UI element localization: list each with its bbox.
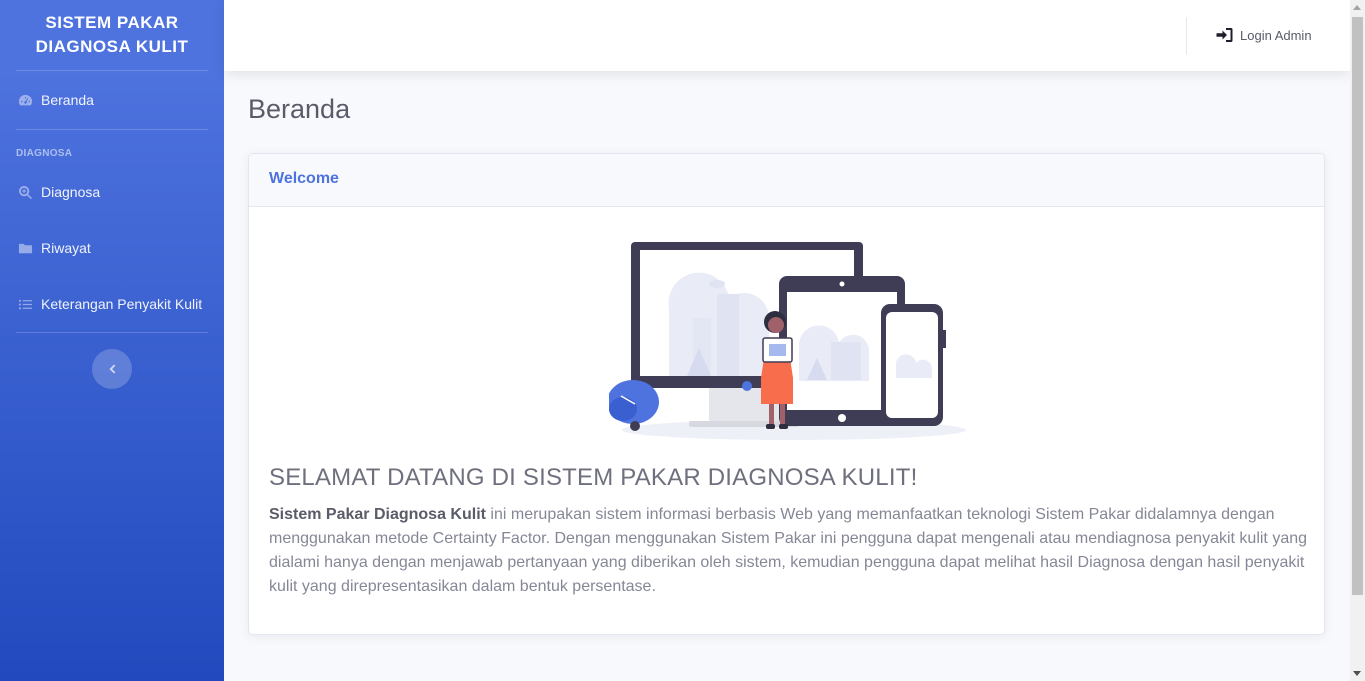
folder-icon [17,240,33,256]
sidebar-item-label: Keterangan Penyakit Kulit [41,296,203,312]
sidebar-item-label: Beranda [41,92,94,108]
topbar-divider [1186,17,1187,55]
sidebar-toggle-wrap [0,349,224,389]
devices-illustration [609,242,966,440]
welcome-headline: SELAMAT DATANG DI SISTEM PAKAR DIAGNOSA … [269,464,918,491]
desc-bold: Sistem Pakar Diagnosa Kulit [269,506,486,523]
sidebar-heading: DIAGNOSA [16,148,73,159]
chevron-left-icon [109,364,116,374]
sidebar: SISTEM PAKAR DIAGNOSA KULIT Beranda DIAG… [0,0,224,681]
sidebar-item-beranda[interactable]: Beranda [0,71,224,129]
topbar: Login Admin [224,0,1350,71]
sidebar-item-keterangan[interactable]: Keterangan Penyakit Kulit [0,276,224,332]
sidebar-toggle-button[interactable] [92,349,132,389]
app-root: SISTEM PAKAR DIAGNOSA KULIT Beranda DIAG… [0,0,1365,681]
scroll-down-arrow[interactable] [1353,671,1361,676]
sidebar-brand[interactable]: SISTEM PAKAR DIAGNOSA KULIT [0,0,224,70]
scroll-thumb[interactable] [1352,17,1363,595]
page-title: Beranda [248,94,351,124]
sidebar-item-label: Diagnosa [41,184,101,200]
sidebar-item-label: Riwayat [41,240,91,256]
sidebar-item-riwayat[interactable]: Riwayat [0,220,224,276]
sign-in-icon [1216,28,1233,42]
login-admin-link[interactable]: Login Admin [1216,26,1312,44]
sidebar-item-diagnosa[interactable]: Diagnosa [0,164,224,220]
login-admin-label: Login Admin [1240,27,1312,43]
brand-line-2: DIAGNOSA KULIT [35,37,189,56]
card-header: Welcome [249,154,1324,207]
welcome-card: Welcome SELAMAT DATANG DI SISTEM PAKAR D… [248,153,1325,635]
page-scrollbar[interactable] [1350,0,1365,681]
sidebar-divider [16,332,208,333]
tachometer-icon [17,92,33,108]
search-plus-icon [17,184,33,200]
scroll-up-arrow[interactable] [1353,5,1361,10]
brand-line-1: SISTEM PAKAR [45,13,179,32]
welcome-description: Sistem Pakar Diagnosa Kulit ini merupaka… [269,503,1309,599]
list-icon [17,296,33,312]
